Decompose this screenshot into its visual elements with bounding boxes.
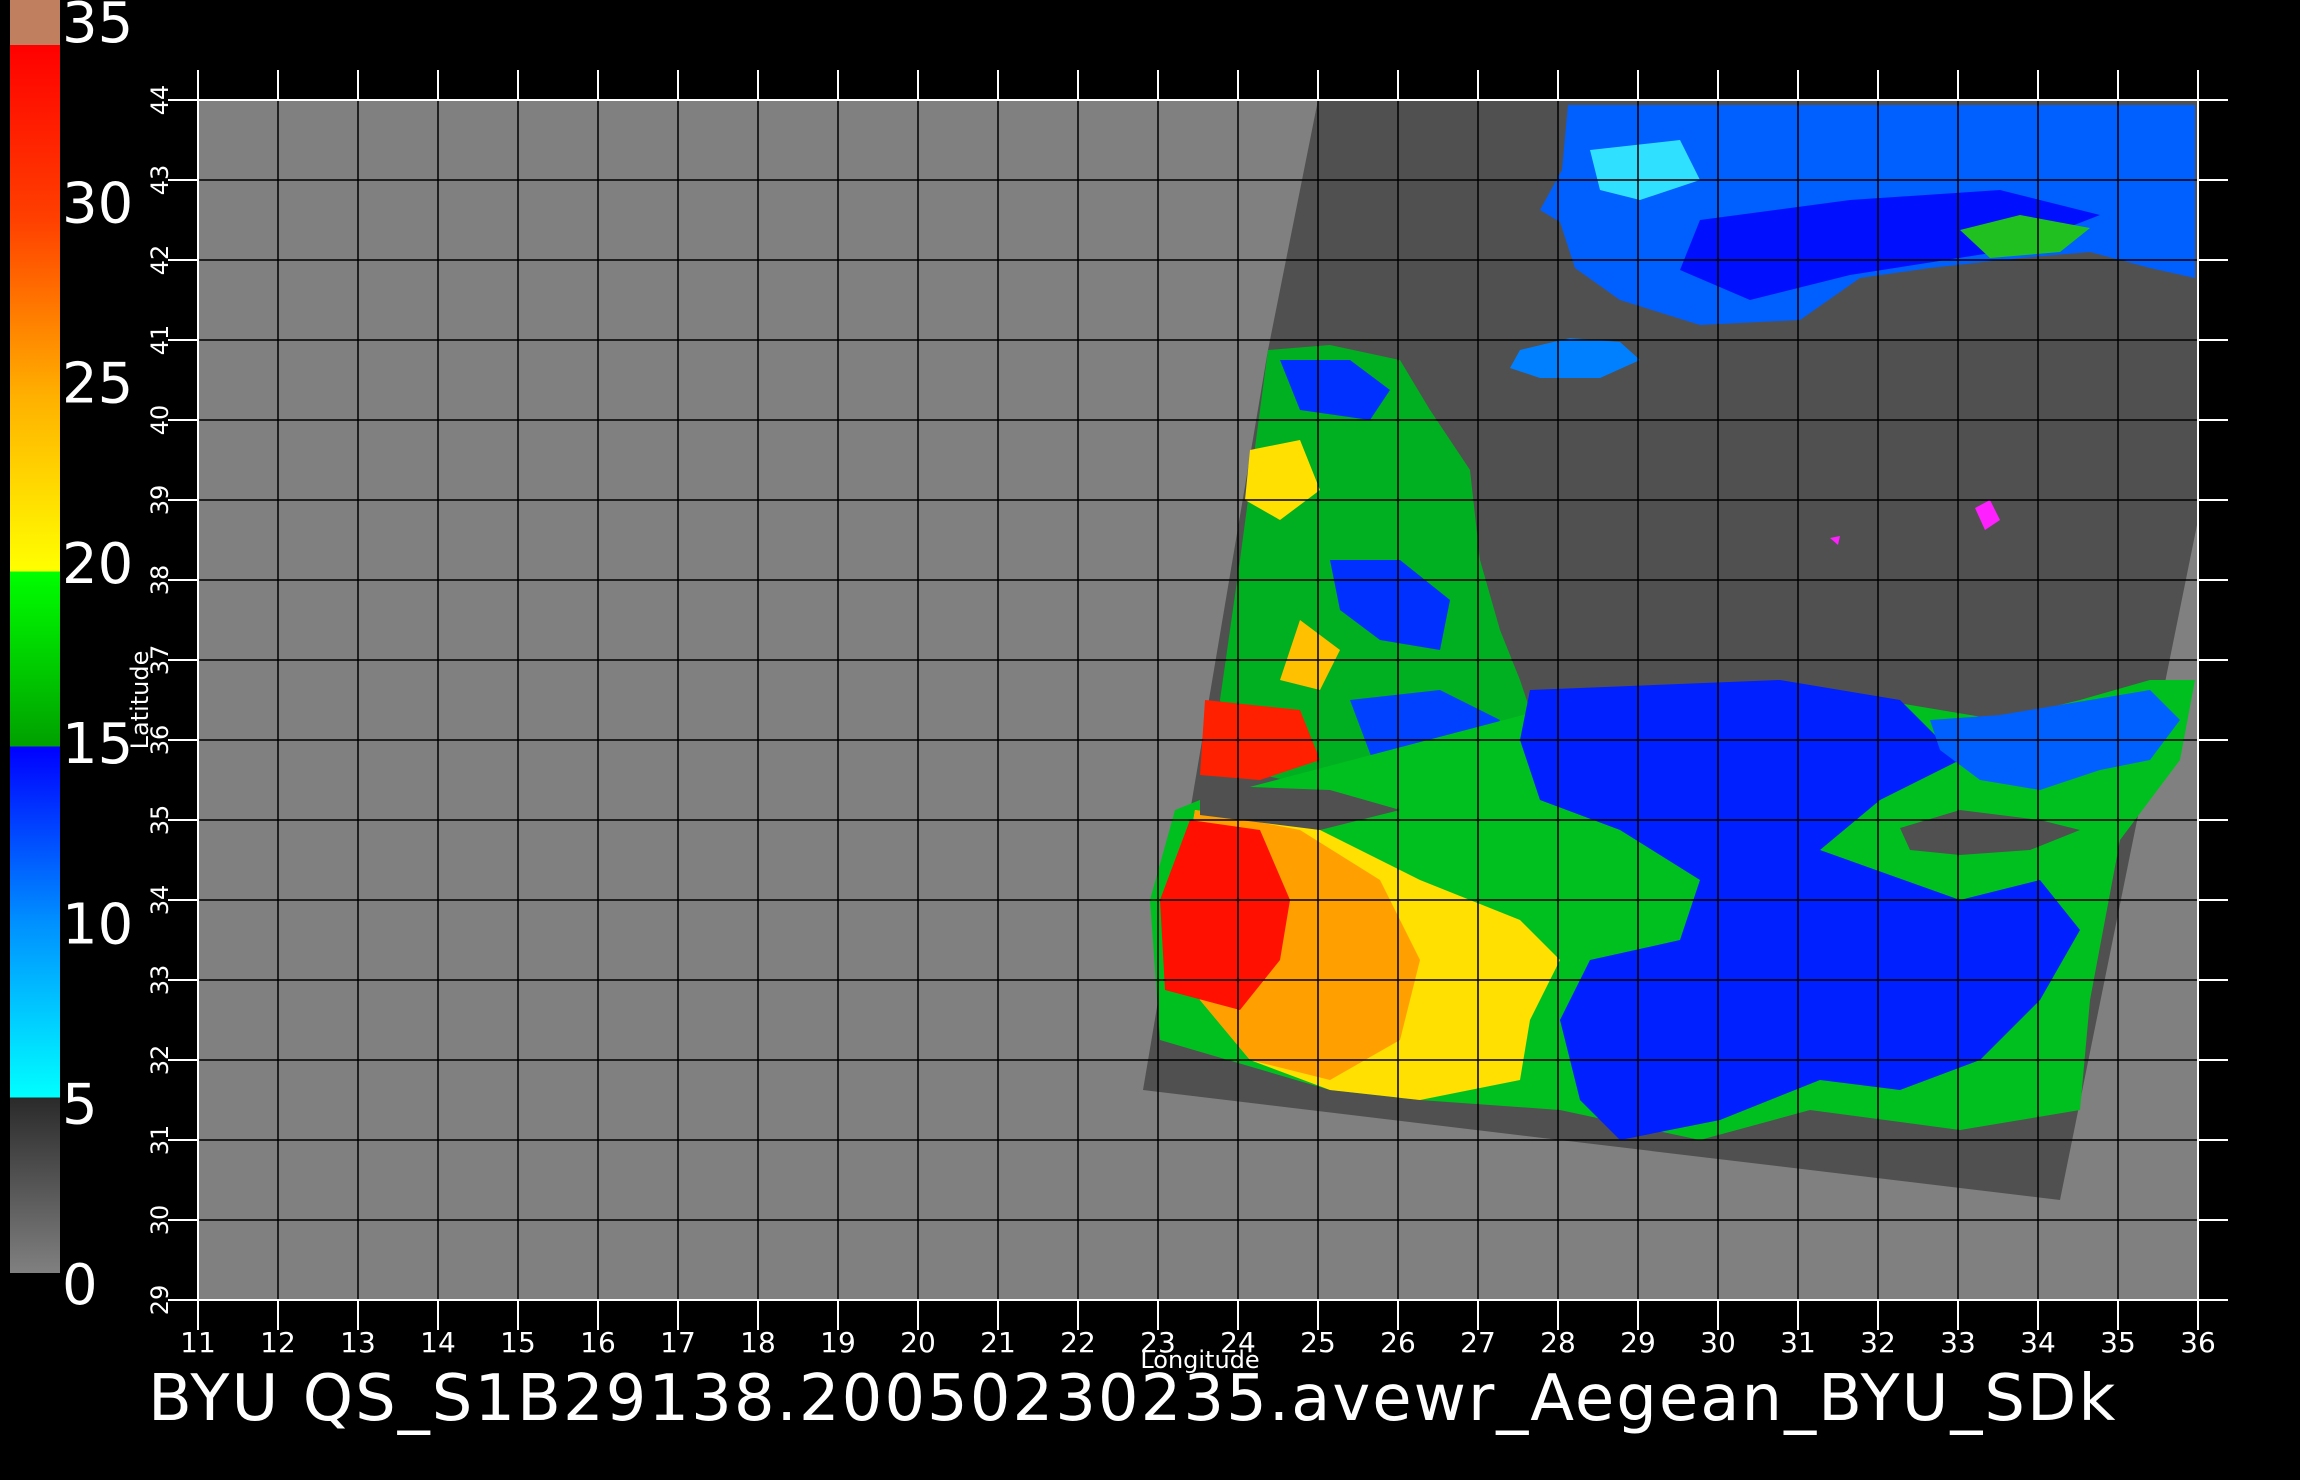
x-tick-label: 27 (1460, 1326, 1496, 1359)
y-tick-label: 32 (146, 1045, 174, 1076)
x-tick-label: 29 (1620, 1326, 1656, 1359)
colorbar-label: 25 (62, 352, 133, 417)
x-tick-label: 13 (340, 1326, 376, 1359)
y-tick-label: 34 (146, 885, 174, 916)
colorbar-label: 35 (62, 0, 133, 56)
y-tick-label: 40 (146, 405, 174, 436)
colorbar-label: 5 (62, 1073, 98, 1138)
x-tick-label: 15 (500, 1326, 536, 1359)
colorbar-label: 20 (62, 532, 133, 597)
x-tick-label: 31 (1780, 1326, 1816, 1359)
y-tick-label: 41 (146, 325, 174, 356)
y-tick-label: 30 (146, 1205, 174, 1236)
y-tick-label: 43 (146, 165, 174, 196)
y-axis-label: Latitude (126, 651, 154, 750)
figure-caption: BYU QS_S1B29138.20050230235.avewr_Aegean… (148, 1362, 2118, 1436)
x-tick-label: 26 (1380, 1326, 1416, 1359)
x-tick-label: 18 (740, 1326, 776, 1359)
x-tick-label: 22 (1060, 1326, 1096, 1359)
x-tick-label: 21 (980, 1326, 1016, 1359)
y-tick-label: 42 (146, 245, 174, 276)
x-tick-label: 12 (260, 1326, 296, 1359)
x-tick-label: 28 (1540, 1326, 1576, 1359)
y-tick-label: 44 (146, 85, 174, 116)
x-tick-label: 11 (180, 1326, 216, 1359)
x-tick-label: 20 (900, 1326, 936, 1359)
y-tick-label: 39 (146, 485, 174, 516)
wind-speed-map: 35 30 25 20 15 10 5 0 11 12 13 14 15 16 17 18 1… (10, 0, 2228, 1374)
y-tick-label: 31 (146, 1125, 174, 1156)
y-tick-label: 35 (146, 805, 174, 836)
x-tick-label: 35 (2100, 1326, 2136, 1359)
colorbar-label: 15 (62, 712, 133, 777)
y-tick-label: 33 (146, 965, 174, 996)
colorbar-top-cap (10, 0, 60, 45)
x-tick-label: 36 (2180, 1326, 2216, 1359)
x-tick-label: 16 (580, 1326, 616, 1359)
colorbar-label: 0 (62, 1253, 98, 1318)
x-tick-label: 25 (1300, 1326, 1336, 1359)
x-tick-label: 33 (1940, 1326, 1976, 1359)
plot-area: 11 12 13 14 15 16 17 18 19 20 21 22 23 24 25 26 27 28 29 30… (126, 70, 2228, 1374)
x-tick-label: 19 (820, 1326, 856, 1359)
y-tick-label: 29 (146, 1285, 174, 1316)
x-tick-label: 34 (2020, 1326, 2056, 1359)
x-tick-label: 14 (420, 1326, 456, 1359)
colorbar-gradient (10, 45, 60, 1273)
colorbar: 35 30 25 20 15 10 5 0 (10, 0, 133, 1318)
x-tick-label: 30 (1700, 1326, 1736, 1359)
y-tick-label: 38 (146, 565, 174, 596)
colorbar-label: 30 (62, 171, 133, 236)
colorbar-label: 10 (62, 892, 133, 957)
x-tick-label: 17 (660, 1326, 696, 1359)
x-tick-label: 32 (1860, 1326, 1896, 1359)
